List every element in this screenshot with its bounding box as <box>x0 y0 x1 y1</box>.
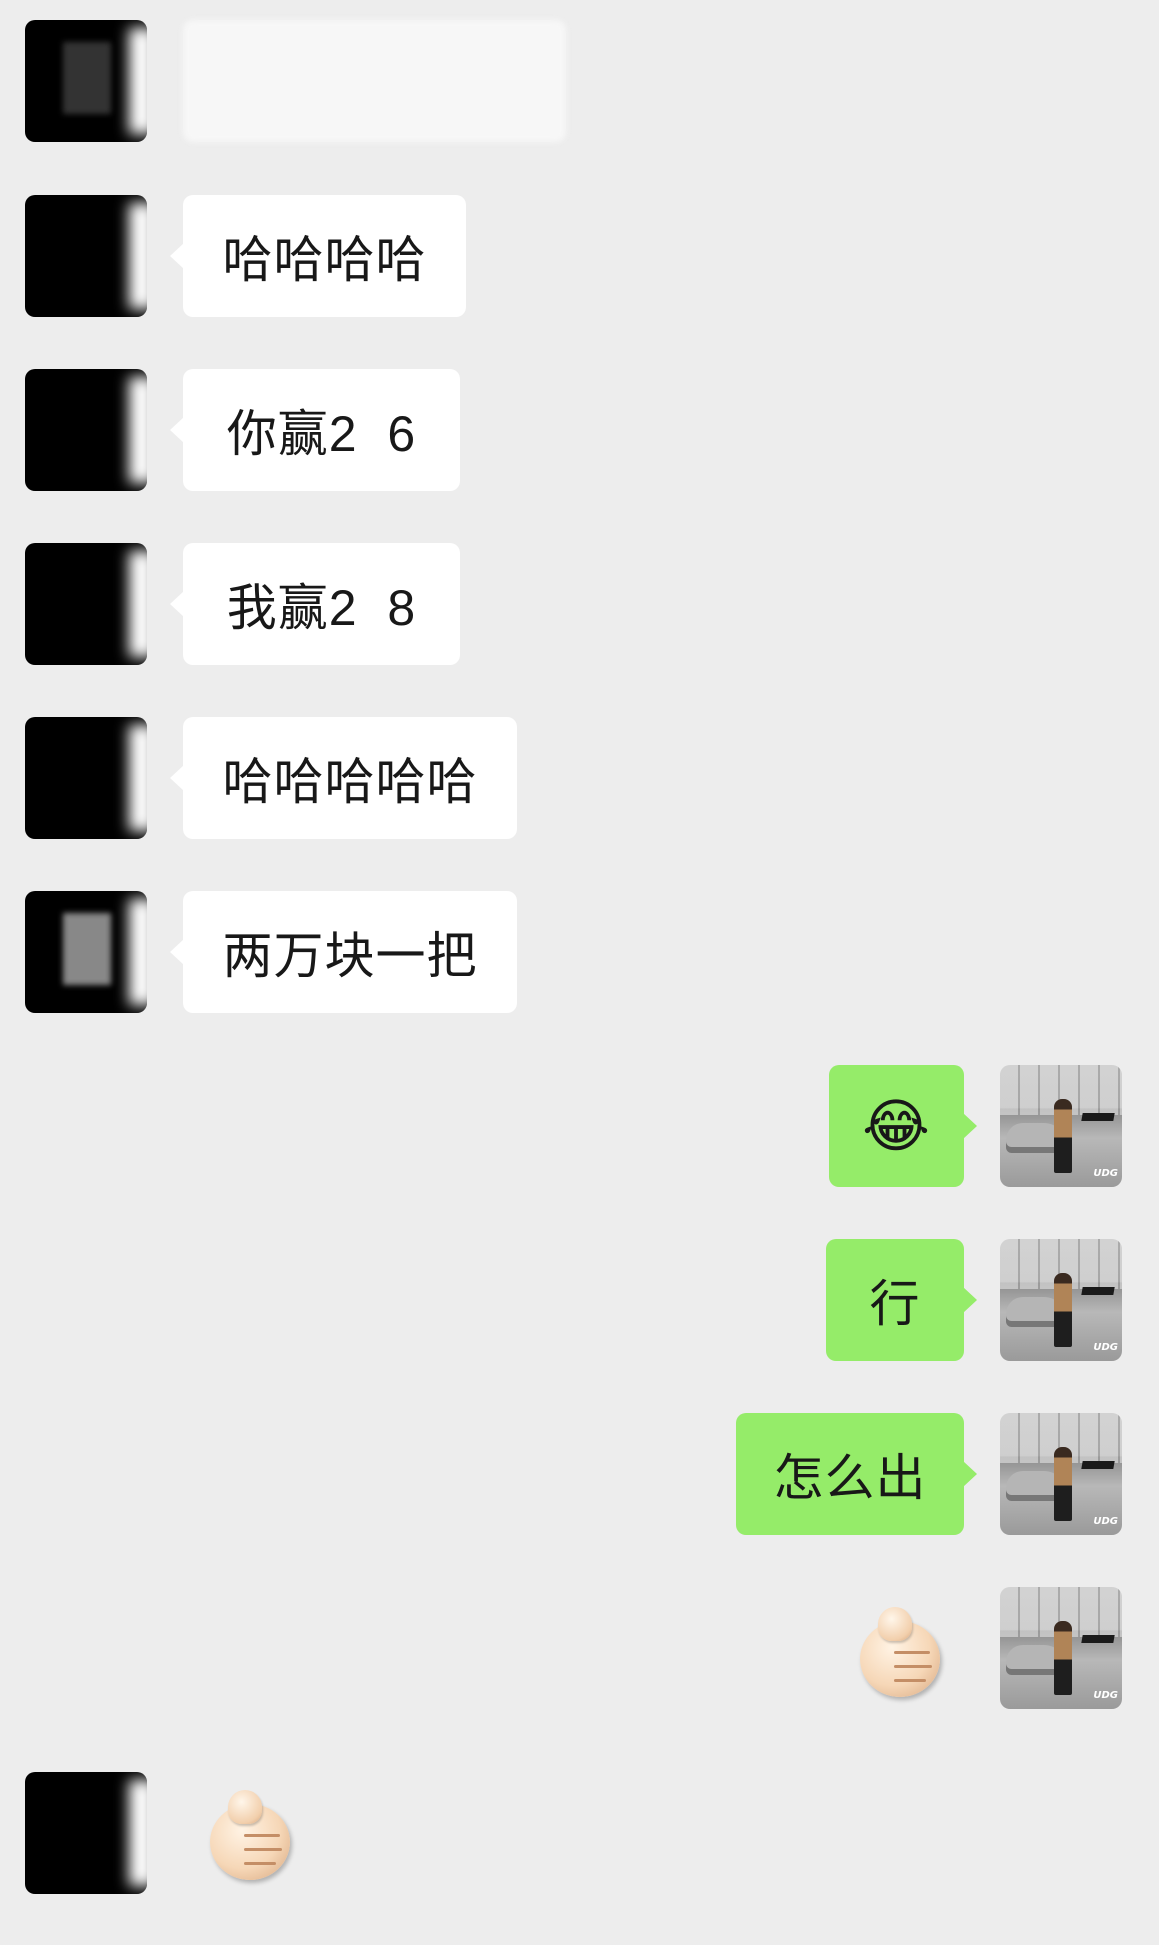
contact-avatar[interactable] <box>25 1772 147 1894</box>
sticker-thumb <box>878 1607 912 1641</box>
avatar-person <box>1054 1621 1072 1695</box>
avatar-person <box>1054 1273 1072 1347</box>
avatar-watermark: UDG <box>1093 1342 1118 1353</box>
sticker-finger-line <box>894 1651 930 1654</box>
contact-avatar[interactable] <box>25 369 147 491</box>
avatar-person <box>1054 1099 1072 1173</box>
avatar-person <box>1054 1447 1072 1521</box>
contact-avatar[interactable] <box>25 543 147 665</box>
avatar-spoiler <box>1081 1635 1115 1643</box>
contact-avatar[interactable] <box>25 20 147 142</box>
fist-thumb-sticker[interactable] <box>850 1605 946 1701</box>
sticker-finger-line <box>244 1862 276 1865</box>
outgoing-message-bubble[interactable]: 怎么出 <box>736 1413 977 1535</box>
incoming-message-bubble[interactable]: 哈哈哈哈哈 <box>170 717 517 839</box>
sticker-thumb <box>228 1790 262 1824</box>
self-avatar[interactable]: UDG <box>1000 1239 1122 1361</box>
sticker-finger-line <box>894 1679 926 1682</box>
contact-avatar[interactable] <box>25 717 147 839</box>
contact-avatar[interactable] <box>25 891 147 1013</box>
avatar-watermark: UDG <box>1093 1516 1118 1527</box>
redacted-contact-name <box>183 20 566 142</box>
avatar-watermark: UDG <box>1093 1168 1118 1179</box>
incoming-message-bubble[interactable]: 你赢2 6 <box>170 369 460 491</box>
self-avatar[interactable]: UDG <box>1000 1587 1122 1709</box>
fist-thumb-sticker[interactable] <box>200 1788 296 1884</box>
avatar-spoiler <box>1081 1287 1115 1295</box>
outgoing-message-bubble[interactable]: 行 <box>826 1239 977 1361</box>
tears-of-joy-emoji: 😂 <box>862 1092 931 1160</box>
avatar-spoiler <box>1081 1461 1115 1469</box>
contact-avatar[interactable] <box>25 195 147 317</box>
outgoing-message-bubble[interactable]: 😂 <box>829 1065 977 1187</box>
avatar-spoiler <box>1081 1113 1115 1121</box>
sticker-finger-line <box>244 1848 282 1851</box>
incoming-message-bubble[interactable]: 哈哈哈哈 <box>170 195 466 317</box>
incoming-message-bubble[interactable]: 两万块一把 <box>170 891 517 1013</box>
incoming-message-bubble[interactable]: 我赢2 8 <box>170 543 460 665</box>
avatar-watermark: UDG <box>1093 1690 1118 1701</box>
sticker-finger-line <box>894 1665 932 1668</box>
self-avatar[interactable]: UDG <box>1000 1413 1122 1535</box>
sticker-finger-line <box>244 1834 280 1837</box>
self-avatar[interactable]: UDG <box>1000 1065 1122 1187</box>
